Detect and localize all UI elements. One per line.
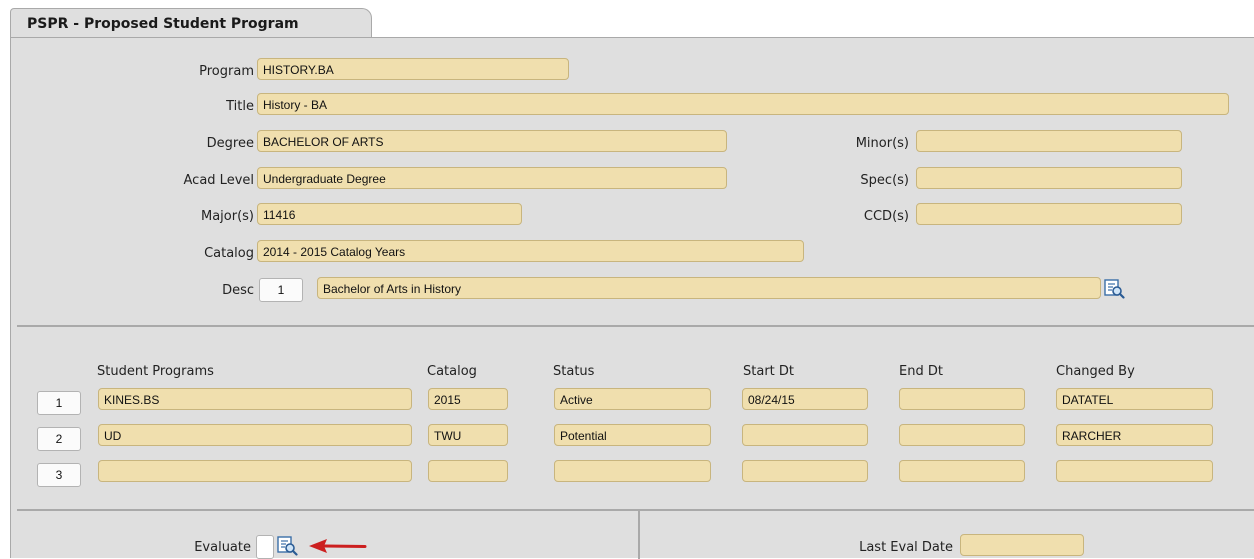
detail-lookup-icon[interactable] xyxy=(1103,278,1125,300)
catalog-field[interactable]: 2014 - 2015 Catalog Years xyxy=(257,240,804,262)
col-header-start-dt: Start Dt xyxy=(743,364,794,379)
specs-field[interactable] xyxy=(916,167,1182,189)
col-header-student-programs: Student Programs xyxy=(97,364,214,379)
minors-label: Minor(s) xyxy=(855,136,909,151)
end-dt-cell[interactable] xyxy=(899,424,1025,446)
catalog-label: Catalog xyxy=(204,246,254,261)
majors-label: Major(s) xyxy=(200,209,254,224)
last-eval-date-label: Last Eval Date xyxy=(859,540,953,555)
detail-lookup-icon[interactable] xyxy=(276,535,298,557)
specs-label: Spec(s) xyxy=(860,173,909,188)
tab-title: PSPR - Proposed Student Program xyxy=(27,16,299,32)
evaluate-label: Evaluate xyxy=(194,540,251,555)
col-header-catalog: Catalog xyxy=(427,364,477,379)
col-header-end-dt: End Dt xyxy=(899,364,943,379)
ccds-field[interactable] xyxy=(916,203,1182,225)
student-program-cell[interactable] xyxy=(98,460,412,482)
start-dt-cell[interactable] xyxy=(742,460,868,482)
row-index-button[interactable]: 3 xyxy=(37,463,81,487)
program-field[interactable]: HISTORY.BA xyxy=(257,58,569,80)
changed-by-cell[interactable]: DATATEL xyxy=(1056,388,1213,410)
col-header-status: Status xyxy=(553,364,595,379)
start-dt-cell[interactable] xyxy=(742,424,868,446)
catalog-cell[interactable]: 2015 xyxy=(428,388,508,410)
bottom-vertical-divider xyxy=(638,509,640,559)
student-program-cell[interactable]: UD xyxy=(98,424,412,446)
status-cell[interactable]: Potential xyxy=(554,424,711,446)
end-dt-cell[interactable] xyxy=(899,388,1025,410)
red-arrow-icon xyxy=(309,539,367,553)
program-label: Program xyxy=(199,64,254,79)
acad-level-label: Acad Level xyxy=(183,173,254,188)
evaluate-checkbox[interactable] xyxy=(256,535,274,559)
title-label: Title xyxy=(226,99,254,114)
changed-by-cell[interactable] xyxy=(1056,460,1213,482)
degree-field[interactable]: BACHELOR OF ARTS xyxy=(257,130,727,152)
degree-label: Degree xyxy=(206,136,254,151)
minors-field[interactable] xyxy=(916,130,1182,152)
col-header-changed-by: Changed By xyxy=(1056,364,1135,379)
majors-field[interactable]: 11416 xyxy=(257,203,522,225)
end-dt-cell[interactable] xyxy=(899,460,1025,482)
desc-label: Desc xyxy=(222,283,254,298)
row-index-button[interactable]: 2 xyxy=(37,427,81,451)
student-program-cell[interactable]: KINES.BS xyxy=(98,388,412,410)
status-cell[interactable] xyxy=(554,460,711,482)
status-cell[interactable]: Active xyxy=(554,388,711,410)
changed-by-cell[interactable]: RARCHER xyxy=(1056,424,1213,446)
section-divider-top xyxy=(17,325,1254,327)
ccds-label: CCD(s) xyxy=(863,209,909,224)
catalog-cell[interactable] xyxy=(428,460,508,482)
acad-level-field[interactable]: Undergraduate Degree xyxy=(257,167,727,189)
last-eval-date-field[interactable] xyxy=(960,534,1084,556)
desc-index-button[interactable]: 1 xyxy=(259,278,303,302)
title-field[interactable]: History - BA xyxy=(257,93,1229,115)
desc-field[interactable]: Bachelor of Arts in History xyxy=(317,277,1101,299)
tab-pspr[interactable]: PSPR - Proposed Student Program xyxy=(10,8,372,38)
section-divider-bottom xyxy=(17,509,1254,511)
start-dt-cell[interactable]: 08/24/15 xyxy=(742,388,868,410)
form-panel: Program HISTORY.BA Title History - BA De… xyxy=(10,37,1254,559)
row-index-button[interactable]: 1 xyxy=(37,391,81,415)
catalog-cell[interactable]: TWU xyxy=(428,424,508,446)
